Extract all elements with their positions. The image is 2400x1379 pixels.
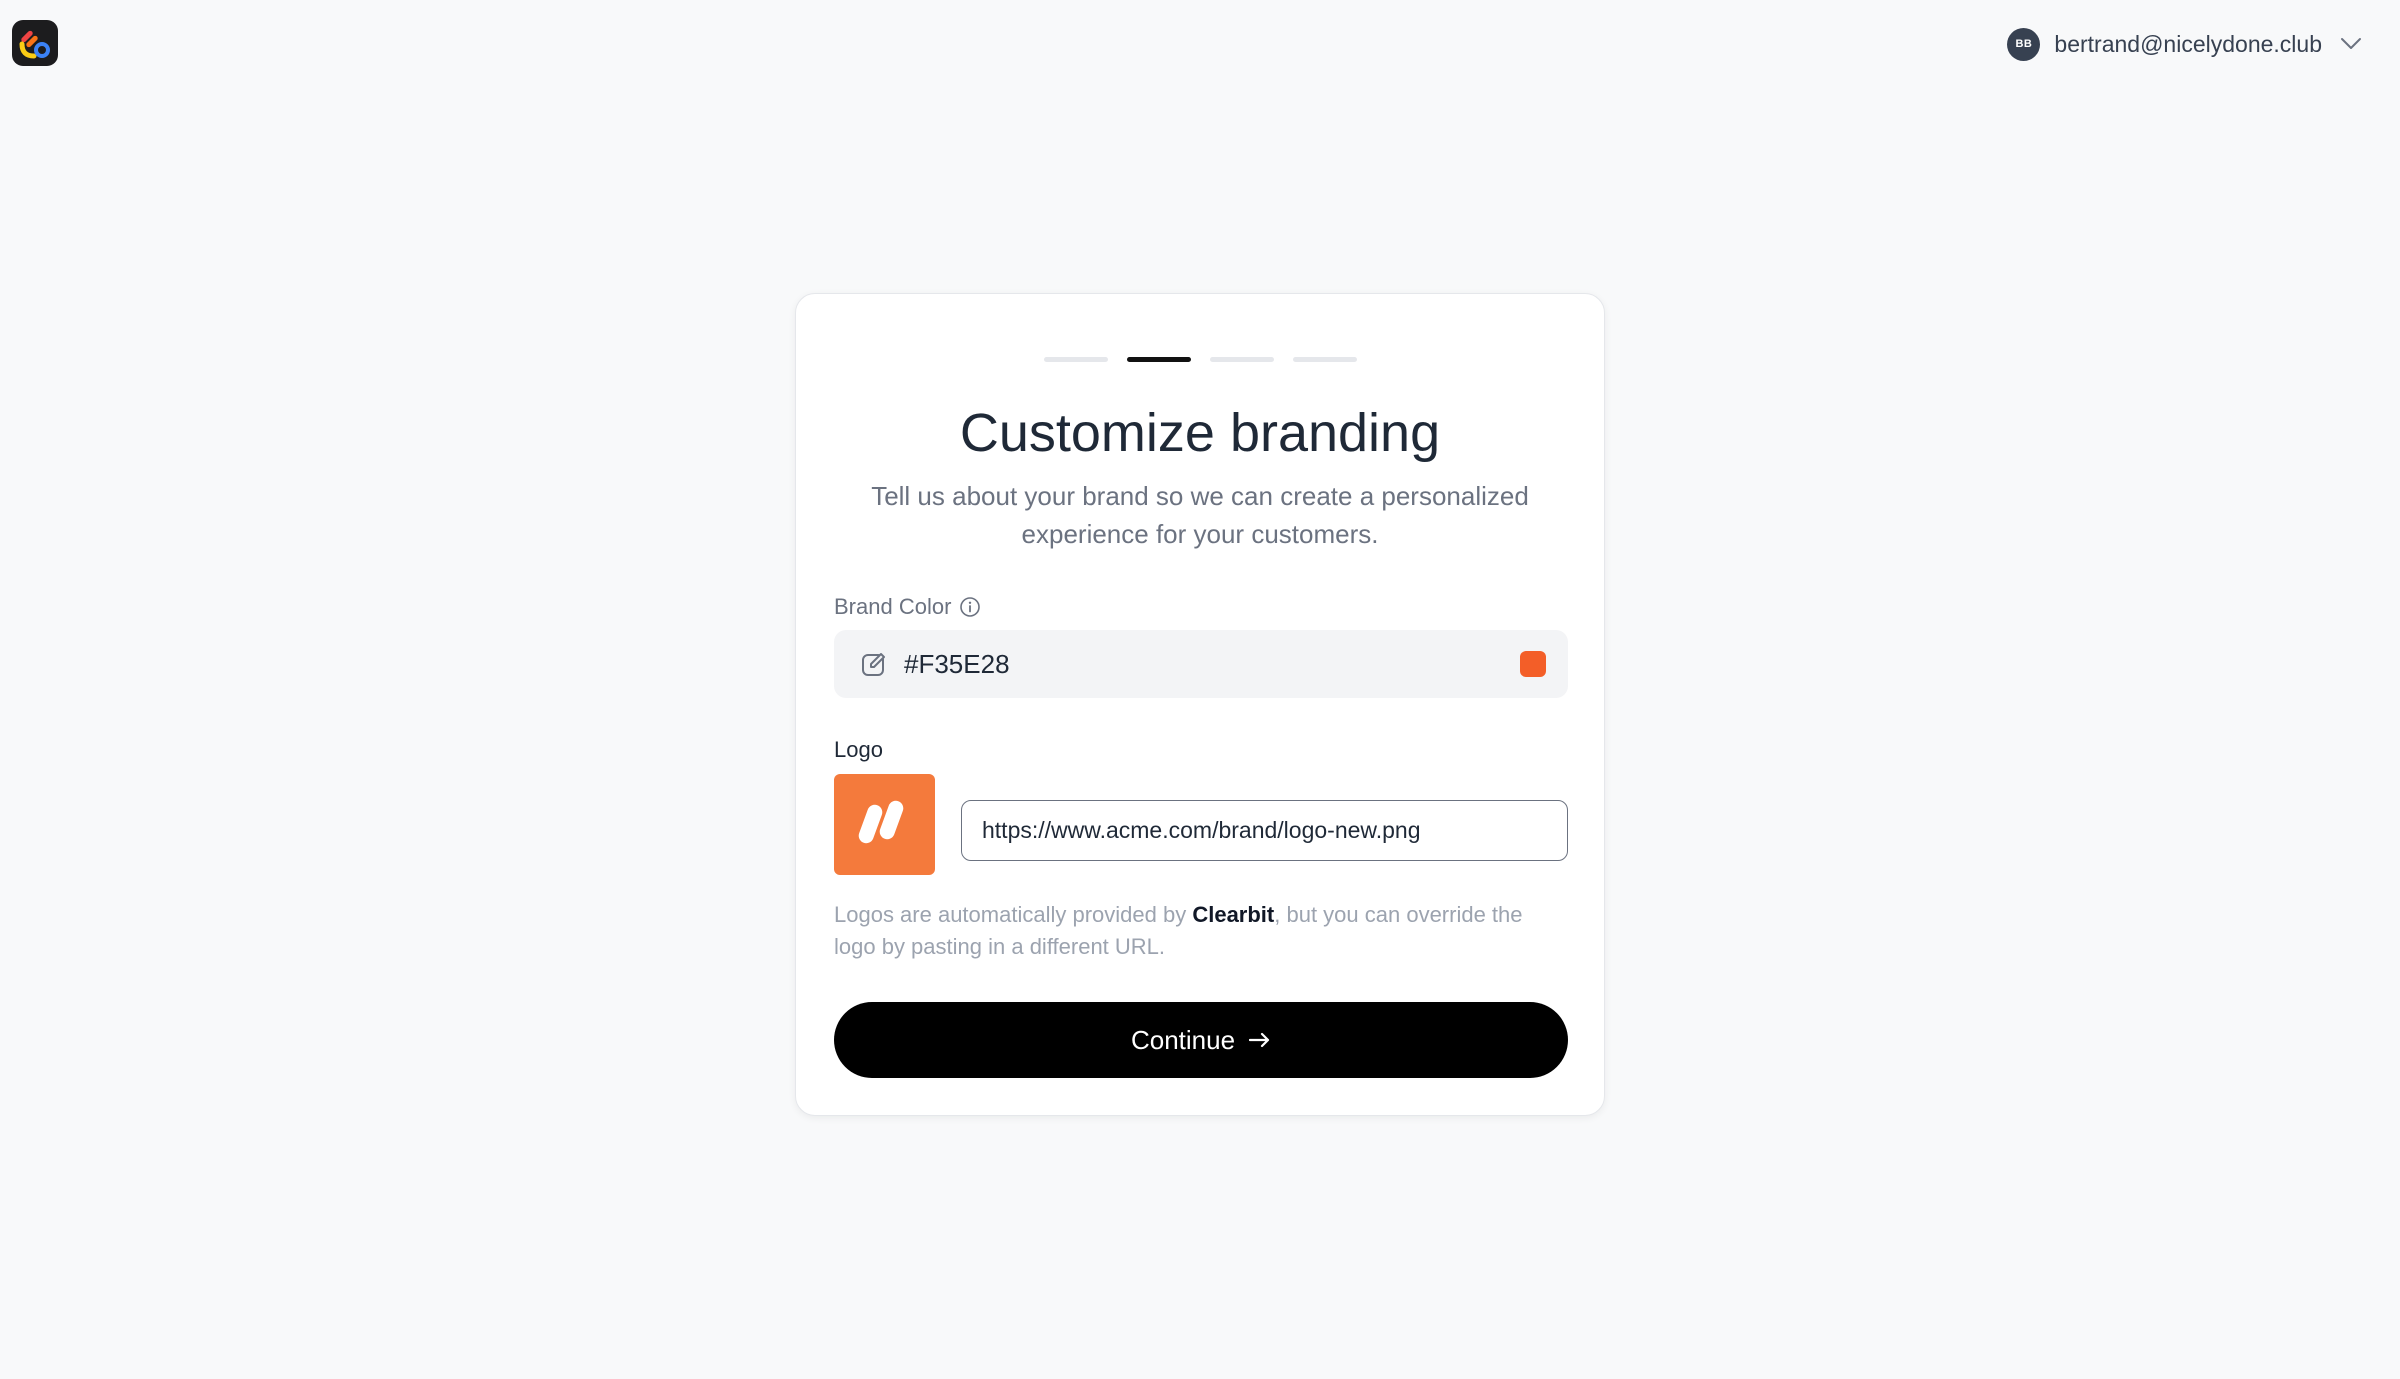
app-logo-icon <box>19 30 50 59</box>
logo-url-input[interactable] <box>961 800 1568 861</box>
step-indicator <box>796 357 1604 362</box>
page-subtitle: Tell us about your brand so we can creat… <box>871 481 1529 549</box>
clearbit-link[interactable]: Clearbit <box>1192 902 1274 927</box>
brand-color-label-row: Brand Color <box>834 594 981 620</box>
page-title: Customize branding <box>959 403 1441 463</box>
step-3 <box>1209 357 1274 362</box>
chevron-down-icon[interactable] <box>2340 37 2362 51</box>
account-email: bertrand@nicelydone.club <box>2054 30 2322 57</box>
brand-color-label: Brand Color <box>834 594 952 619</box>
avatar: BB <box>2007 27 2041 61</box>
info-icon[interactable] <box>959 596 981 618</box>
continue-label: Continue <box>1130 1024 1236 1055</box>
logo-label: Logo <box>834 737 883 762</box>
continue-button[interactable]: Continue <box>834 1002 1568 1078</box>
logo-help-text: Logos are automatically provided by Clea… <box>834 899 1568 963</box>
brand-logo-icon <box>858 800 903 843</box>
arrow-right-icon <box>1249 1032 1270 1048</box>
onboarding-card: Customize branding Tell us about your br… <box>795 293 1605 1116</box>
step-4 <box>1292 357 1357 362</box>
color-swatch[interactable] <box>1520 651 1546 677</box>
app-logo[interactable] <box>12 20 58 66</box>
step-1 <box>1043 357 1108 362</box>
account-menu[interactable]: BB bertrand@nicelydone.club <box>2007 26 2362 62</box>
brand-color-value[interactable]: #F35E28 <box>904 649 1520 680</box>
step-2-active <box>1126 357 1191 362</box>
logo-preview <box>834 774 935 875</box>
help-text-prefix: Logos are automatically provided by <box>834 902 1193 927</box>
edit-icon <box>862 653 885 676</box>
brand-color-field[interactable]: #F35E28 <box>834 630 1568 698</box>
